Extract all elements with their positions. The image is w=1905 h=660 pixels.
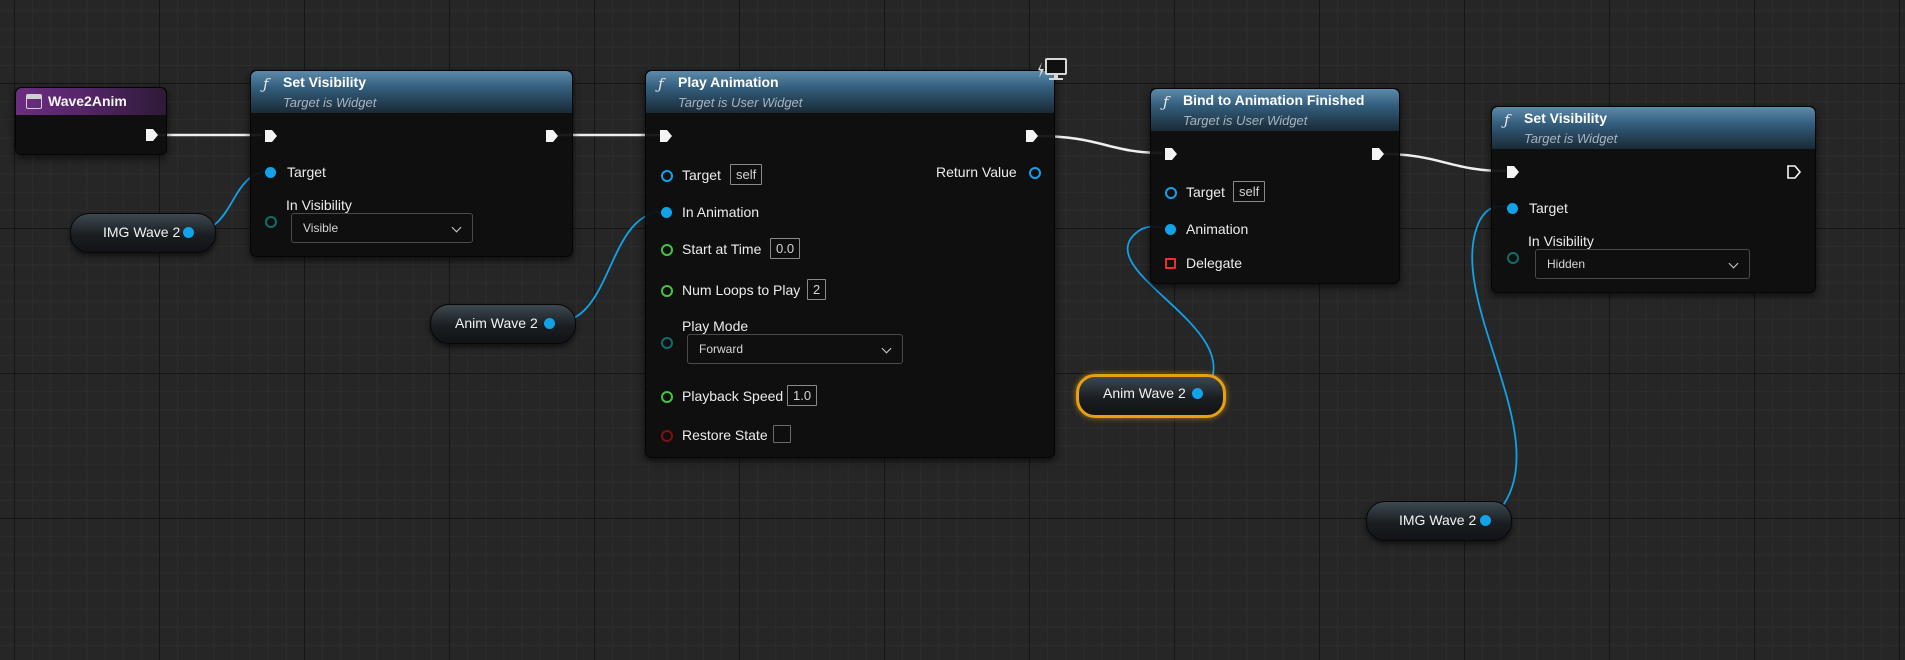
node-header: ƒ Play Animation Target is User Widget bbox=[646, 71, 1054, 113]
num-loops-label: Num Loops to Play bbox=[682, 282, 801, 298]
variable-label: IMG Wave 2 bbox=[103, 224, 181, 240]
in-visibility-dropdown[interactable]: Visible bbox=[291, 213, 473, 243]
playback-speed-value-box[interactable]: 1.0 bbox=[787, 385, 818, 406]
node-subtitle: Target is Widget bbox=[283, 95, 377, 110]
monitor-icon bbox=[1038, 58, 1067, 80]
variable-label: Anim Wave 2 bbox=[455, 315, 538, 331]
in-visibility-dropdown[interactable]: Hidden bbox=[1535, 249, 1750, 279]
exec-out-pin[interactable] bbox=[144, 127, 160, 143]
event-icon bbox=[26, 94, 42, 109]
chevron-down-icon bbox=[451, 222, 462, 233]
variable-output-pin[interactable] bbox=[1480, 515, 1491, 526]
in-animation-pin[interactable] bbox=[661, 207, 672, 218]
start-at-time-label: Start at Time bbox=[682, 241, 762, 257]
chevron-down-icon bbox=[1728, 258, 1739, 269]
target-label: Target bbox=[682, 167, 721, 183]
restore-state-checkbox[interactable] bbox=[773, 425, 791, 443]
play-mode-dropdown[interactable]: Forward bbox=[687, 334, 903, 364]
bind-animation-finished-node[interactable]: ƒ Bind to Animation Finished Target is U… bbox=[1150, 88, 1400, 284]
target-pin[interactable] bbox=[1165, 187, 1177, 199]
exec-in-pin[interactable] bbox=[263, 128, 279, 144]
variable-output-pin[interactable] bbox=[544, 318, 555, 329]
node-header: ƒ Set Visibility Target is Widget bbox=[1492, 107, 1815, 149]
playback-speed-label: Playback Speed bbox=[682, 388, 784, 404]
dropdown-value: Forward bbox=[699, 342, 744, 356]
target-label: Target bbox=[1186, 184, 1225, 200]
variable-label: IMG Wave 2 bbox=[1399, 512, 1477, 528]
exec-out-pin[interactable] bbox=[1024, 128, 1040, 144]
exec-in-pin[interactable] bbox=[658, 128, 674, 144]
exec-out-pin[interactable] bbox=[1786, 164, 1802, 180]
start-at-time-value-box[interactable]: 0.0 bbox=[770, 238, 801, 259]
event-node-title: Wave2Anim bbox=[48, 93, 127, 109]
exec-wire-play-to-bind bbox=[1036, 134, 1163, 155]
in-visibility-pin[interactable] bbox=[1507, 252, 1519, 264]
exec-in-pin[interactable] bbox=[1163, 146, 1179, 162]
num-loops-value-box[interactable]: 2 bbox=[807, 279, 827, 300]
variable-node-img-wave[interactable]: IMG Wave 2 bbox=[70, 213, 216, 253]
variable-output-pin[interactable] bbox=[183, 227, 194, 238]
play-animation-node[interactable]: ƒ Play Animation Target is User Widget T… bbox=[645, 70, 1055, 458]
node-header: ƒ Set Visibility Target is Widget bbox=[251, 71, 572, 113]
target-pin[interactable] bbox=[661, 170, 673, 182]
return-value-label: Return Value bbox=[936, 164, 1017, 180]
target-pin[interactable] bbox=[1507, 203, 1518, 214]
event-node-wave2anim[interactable]: Wave2Anim bbox=[15, 87, 167, 155]
set-visibility-node[interactable]: ƒ Set Visibility Target is Widget Target… bbox=[250, 70, 573, 257]
node-title: Play Animation bbox=[678, 74, 779, 90]
node-title: Set Visibility bbox=[1524, 110, 1607, 126]
function-icon: ƒ bbox=[263, 75, 269, 93]
target-value-box[interactable]: self bbox=[730, 164, 763, 185]
dropdown-value: Hidden bbox=[1547, 257, 1586, 271]
variable-output-pin[interactable] bbox=[1192, 388, 1203, 399]
target-label: Target bbox=[1529, 200, 1568, 216]
in-visibility-label: In Visibility bbox=[1528, 233, 1594, 249]
target-value-box[interactable]: self bbox=[1233, 181, 1266, 202]
in-visibility-pin[interactable] bbox=[265, 216, 277, 228]
function-icon: ƒ bbox=[1504, 111, 1510, 129]
in-visibility-label: In Visibility bbox=[286, 197, 352, 213]
exec-wire-bind-to-setvis2 bbox=[1382, 152, 1507, 173]
target-label: Target bbox=[287, 164, 326, 180]
node-subtitle: Target is User Widget bbox=[678, 95, 803, 110]
animation-label: Animation bbox=[1186, 221, 1249, 237]
playback-speed-pin[interactable] bbox=[661, 391, 673, 403]
target-pin[interactable] bbox=[265, 167, 276, 178]
set-visibility-node[interactable]: ƒ Set Visibility Target is Widget Target… bbox=[1491, 106, 1816, 293]
variable-label: Anim Wave 2 bbox=[1103, 385, 1186, 401]
exec-out-pin[interactable] bbox=[1370, 146, 1386, 162]
delegate-label: Delegate bbox=[1186, 255, 1243, 271]
node-header: ƒ Bind to Animation Finished Target is U… bbox=[1151, 89, 1399, 131]
play-mode-label: Play Mode bbox=[682, 318, 749, 334]
dropdown-value: Visible bbox=[303, 221, 339, 235]
play-mode-pin[interactable] bbox=[661, 337, 673, 349]
node-subtitle: Target is Widget bbox=[1524, 131, 1618, 146]
function-icon: ƒ bbox=[658, 75, 664, 93]
exec-out-pin[interactable] bbox=[544, 128, 560, 144]
variable-node-img-wave[interactable]: IMG Wave 2 bbox=[1366, 501, 1512, 541]
restore-state-pin[interactable] bbox=[661, 430, 673, 442]
function-icon: ƒ bbox=[1163, 93, 1169, 111]
start-at-time-pin[interactable] bbox=[661, 244, 673, 256]
node-subtitle: Target is User Widget bbox=[1183, 113, 1308, 128]
variable-node-anim-wave-selected[interactable]: Anim Wave 2 bbox=[1076, 374, 1226, 418]
return-value-pin[interactable] bbox=[1029, 167, 1041, 179]
animation-pin[interactable] bbox=[1165, 224, 1176, 235]
node-title: Set Visibility bbox=[283, 74, 366, 90]
variable-node-anim-wave[interactable]: Anim Wave 2 bbox=[430, 304, 576, 344]
restore-state-label: Restore State bbox=[682, 427, 768, 443]
delegate-pin[interactable] bbox=[1165, 258, 1176, 269]
chevron-down-icon bbox=[881, 343, 892, 354]
num-loops-pin[interactable] bbox=[661, 285, 673, 297]
node-title: Bind to Animation Finished bbox=[1183, 92, 1365, 108]
in-animation-label: In Animation bbox=[682, 204, 760, 220]
exec-in-pin[interactable] bbox=[1505, 164, 1521, 180]
